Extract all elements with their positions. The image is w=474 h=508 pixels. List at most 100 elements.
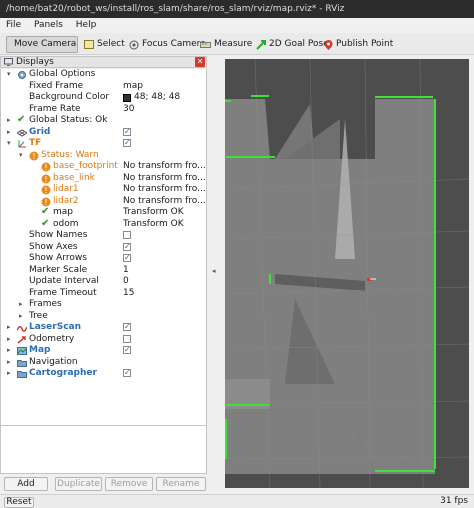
tree-row-base-link[interactable]: ! base_link No transform fro... <box>1 173 206 185</box>
grid-checkbox[interactable] <box>123 126 131 137</box>
collapsed-arrow-icon[interactable]: ▸ <box>7 322 11 334</box>
tree-row-lidar2[interactable]: ! lidar2 No transform fro... <box>1 196 206 208</box>
show-arrows-checkbox[interactable] <box>123 252 131 264</box>
tree-row-tf[interactable]: ▾ TF <box>1 137 206 150</box>
tree-row-base-footprint[interactable]: ! base_footprint No transform fro... <box>1 161 206 173</box>
frame-timeout-value[interactable]: 15 <box>123 288 206 300</box>
tree-label: Global Options <box>29 69 96 79</box>
collapsed-arrow-icon[interactable]: ▸ <box>7 345 11 357</box>
show-axes-checkbox[interactable] <box>123 241 131 252</box>
collapsed-arrow-icon[interactable]: ▸ <box>7 127 11 139</box>
tree-row-cartographer[interactable]: ▸ Cartographer <box>1 367 206 380</box>
select-button[interactable]: Select <box>80 36 129 53</box>
menu-panels[interactable]: Panels <box>34 20 63 30</box>
tree-row-status-warn[interactable]: ▾ ! Status: Warn <box>1 150 206 162</box>
focus-camera-icon <box>129 40 139 49</box>
tree-label: Frames <box>29 299 62 309</box>
tree-label: Show Names <box>29 230 88 240</box>
collapsed-arrow-icon[interactable]: ▸ <box>7 368 11 380</box>
tree-row-navigation[interactable]: ▸ Navigation <box>1 357 206 369</box>
tree-label: map <box>53 207 73 217</box>
warning-icon: ! <box>29 151 39 161</box>
tree-row-frames[interactable]: ▸ Frames <box>1 299 206 311</box>
fps-counter: 31 fps <box>440 496 468 506</box>
add-button[interactable]: Add <box>4 477 48 491</box>
monitor-icon <box>4 58 13 66</box>
tree-row-background-color[interactable]: Background Color 48; 48; 48 <box>1 92 206 104</box>
marker-scale-value[interactable]: 1 <box>123 265 206 277</box>
reset-button[interactable]: Reset <box>4 497 34 508</box>
tree-row-frame-timeout[interactable]: Frame Timeout 15 <box>1 287 206 300</box>
tree-label: Global Status: Ok <box>29 115 108 125</box>
tree-row-show-names[interactable]: Show Names <box>1 230 206 242</box>
tree-label: Grid <box>29 126 51 137</box>
menu-bar: File Panels Help <box>0 18 474 33</box>
svg-text:!: ! <box>44 175 47 184</box>
background-color-value[interactable]: 48; 48; 48 <box>134 92 206 104</box>
tree-row-update-interval[interactable]: Update Interval 0 <box>1 276 206 288</box>
tree-row-laserscan[interactable]: ▸ LaserScan <box>1 321 206 334</box>
fixed-frame-value[interactable]: map <box>123 81 206 93</box>
tree-label: Background Color <box>29 92 110 102</box>
rename-button[interactable]: Rename <box>156 477 206 491</box>
close-panel-button[interactable]: ✕ <box>195 57 205 67</box>
tree-row-grid[interactable]: ▸ Grid <box>1 126 206 139</box>
displays-panel-title: Displays <box>16 57 54 67</box>
tree-row-global-options[interactable]: ▾ Global Options <box>1 69 206 81</box>
select-label: Select <box>97 39 125 49</box>
tree-label: Show Axes <box>29 241 78 252</box>
tree-row-lidar1[interactable]: ! lidar1 No transform fro... <box>1 184 206 196</box>
menu-file[interactable]: File <box>6 20 21 30</box>
window-title: /home/bat20/robot_ws/install/ros_slam/sh… <box>0 0 474 18</box>
displays-tree[interactable]: ▾ Global Options Fixed Frame map Backgro… <box>0 69 207 425</box>
svg-text:!: ! <box>44 186 47 195</box>
property-description-area <box>0 425 207 474</box>
tree-row-odometry[interactable]: ▸ Odometry <box>1 334 206 346</box>
expand-arrow-icon[interactable]: ▾ <box>19 150 23 162</box>
tree-row-show-axes[interactable]: Show Axes <box>1 241 206 254</box>
color-swatch[interactable] <box>123 94 131 102</box>
cartographer-checkbox[interactable] <box>123 367 131 379</box>
menu-help[interactable]: Help <box>76 20 97 30</box>
tree-row-fixed-frame[interactable]: Fixed Frame map <box>1 81 206 93</box>
tree-label: Frame Timeout <box>29 287 97 298</box>
collapsed-arrow-icon[interactable]: ▸ <box>7 115 11 127</box>
frame-rate-value[interactable]: 30 <box>123 104 206 116</box>
tree-row-map-frame[interactable]: ✔ map Transform OK <box>1 207 206 219</box>
tree-row-global-status[interactable]: ▸ ✔ Global Status: Ok <box>1 114 206 127</box>
tree-row-map[interactable]: ▸ Map <box>1 344 206 357</box>
collapsed-arrow-icon[interactable]: ▸ <box>19 299 23 311</box>
publish-point-button[interactable]: Publish Point <box>320 36 397 53</box>
grid-icon <box>17 128 27 137</box>
tree-row-marker-scale[interactable]: Marker Scale 1 <box>1 264 206 277</box>
expand-arrow-icon[interactable]: ▾ <box>7 69 11 81</box>
tree-label: Update Interval <box>29 276 99 286</box>
measure-button[interactable]: Measure <box>196 36 256 53</box>
render-viewport[interactable] <box>225 59 469 488</box>
tree-row-frame-rate[interactable]: Frame Rate 30 <box>1 104 206 116</box>
tf-checkbox[interactable] <box>123 137 131 149</box>
status-bar: Reset 31 fps <box>0 494 474 508</box>
status-value: No transform fro... <box>123 161 206 171</box>
duplicate-button[interactable]: Duplicate <box>55 477 102 491</box>
map-checkbox[interactable] <box>123 344 131 356</box>
laserscan-checkbox[interactable] <box>123 321 131 333</box>
tree-row-odom-frame[interactable]: ✔ odom Transform OK <box>1 218 206 231</box>
folder-icon <box>17 371 27 378</box>
show-names-checkbox[interactable] <box>123 231 131 239</box>
check-icon: ✔ <box>17 114 26 125</box>
move-camera-button[interactable]: Move Camera <box>6 36 78 53</box>
odometry-checkbox[interactable] <box>123 334 131 343</box>
tree-label: base_footprint <box>53 161 118 171</box>
update-interval-value[interactable]: 0 <box>123 276 206 288</box>
collapsed-arrow-icon[interactable]: ▸ <box>7 334 11 346</box>
tree-label: Marker Scale <box>29 264 88 275</box>
tree-row-tree[interactable]: ▸ Tree <box>1 311 206 323</box>
collapsed-arrow-icon[interactable]: ▸ <box>7 357 11 369</box>
warning-icon: ! <box>41 185 51 195</box>
remove-button[interactable]: Remove <box>105 477 153 491</box>
expand-arrow-icon[interactable]: ▾ <box>7 138 11 150</box>
collapsed-arrow-icon[interactable]: ▸ <box>19 311 23 323</box>
tree-row-show-arrows[interactable]: Show Arrows <box>1 252 206 265</box>
collapse-panel-arrow-icon[interactable]: ◂ <box>212 267 216 275</box>
